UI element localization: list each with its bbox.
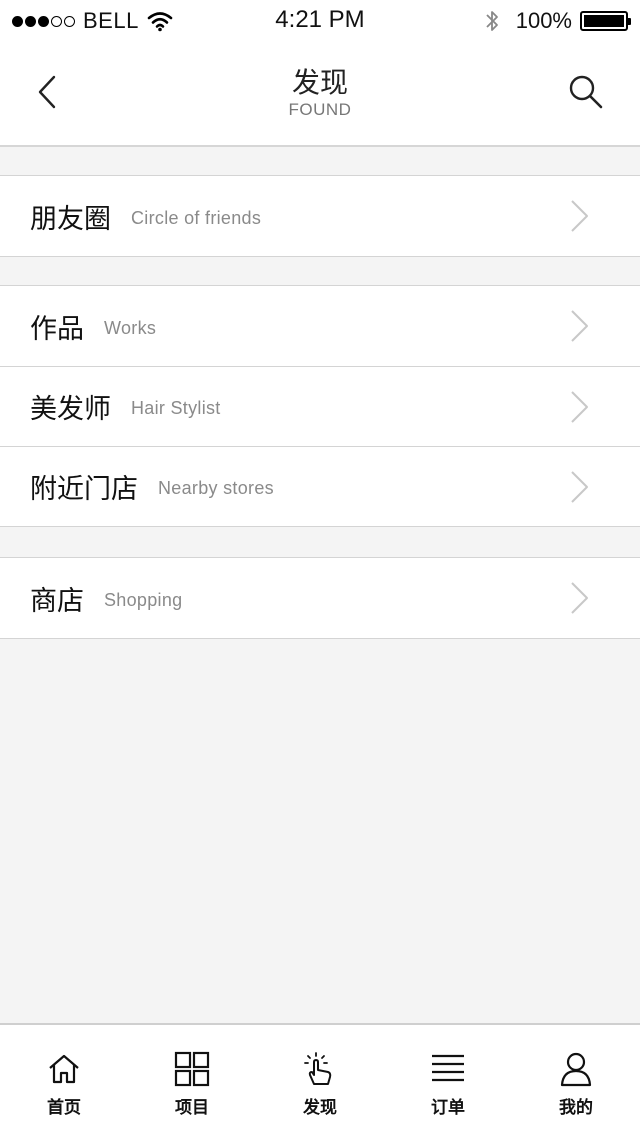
tab-orders[interactable]: 订单 (384, 1025, 512, 1136)
item-title-en: Nearby stores (158, 478, 274, 498)
item-title-zh: 附近门店 (30, 474, 138, 505)
tab-label: 发现 (303, 1098, 337, 1118)
item-title-zh: 朋友圈 (30, 203, 111, 235)
list-item-works[interactable]: 作品 Works (0, 286, 640, 366)
nav-bar: 发现 FOUND (0, 42, 640, 147)
tap-hand-icon (304, 1052, 332, 1085)
list-item-shopping[interactable]: 商店 Shopping (0, 558, 640, 638)
item-title-zh: 美发师 (30, 394, 111, 425)
grid-icon (174, 1051, 210, 1087)
bluetooth-icon (486, 11, 498, 31)
list-item-nearby-stores[interactable]: 附近门店 Nearby stores (0, 446, 640, 526)
battery-percent: 100% (515, 8, 572, 33)
tab-mine[interactable]: 我的 (512, 1025, 640, 1136)
item-title-en: Hair Stylist (131, 398, 221, 418)
home-icon (49, 1054, 79, 1084)
search-icon (569, 75, 603, 109)
page-title: 发现 (291, 66, 348, 99)
item-title-zh: 作品 (30, 313, 84, 345)
search-button[interactable] (566, 72, 606, 112)
item-title-zh: 商店 (30, 585, 84, 617)
list-item-hair-stylist[interactable]: 美发师 Hair Stylist (0, 366, 640, 446)
item-title-en: Works (104, 317, 157, 338)
item-title-en: Circle of friends (131, 207, 262, 228)
list-icon (432, 1054, 464, 1082)
user-icon (560, 1052, 592, 1087)
tab-projects[interactable]: 项目 (128, 1025, 256, 1136)
chevron-right-icon (571, 310, 588, 342)
tab-label: 首页 (47, 1098, 81, 1118)
item-title-en: Shopping (104, 589, 183, 610)
tab-bar: 首页 项目 发现 订单 我的 (0, 1023, 640, 1136)
list-group-social: 朋友圈 Circle of friends (0, 175, 640, 257)
tab-home[interactable]: 首页 (0, 1025, 128, 1136)
chevron-right-icon (571, 391, 588, 423)
battery-level (584, 15, 624, 27)
page-subtitle: FOUND (288, 100, 352, 119)
list-group-discover: 作品 Works 美发师 Hair Stylist 附近门店 Nearby st… (0, 285, 640, 527)
tab-label: 我的 (559, 1098, 593, 1118)
chevron-right-icon (571, 200, 588, 232)
tab-label: 项目 (175, 1098, 209, 1118)
tab-label: 订单 (431, 1098, 465, 1118)
battery-icon (580, 11, 631, 31)
list-item-circle-of-friends[interactable]: 朋友圈 Circle of friends (0, 176, 640, 256)
chevron-right-icon (571, 582, 588, 614)
tab-discover[interactable]: 发现 (256, 1025, 384, 1136)
status-right: 100% (484, 8, 631, 34)
list-group-shop: 商店 Shopping (0, 557, 640, 639)
status-bar: BELL 4:21 PM 100% (0, 0, 640, 42)
chevron-right-icon (571, 471, 588, 503)
